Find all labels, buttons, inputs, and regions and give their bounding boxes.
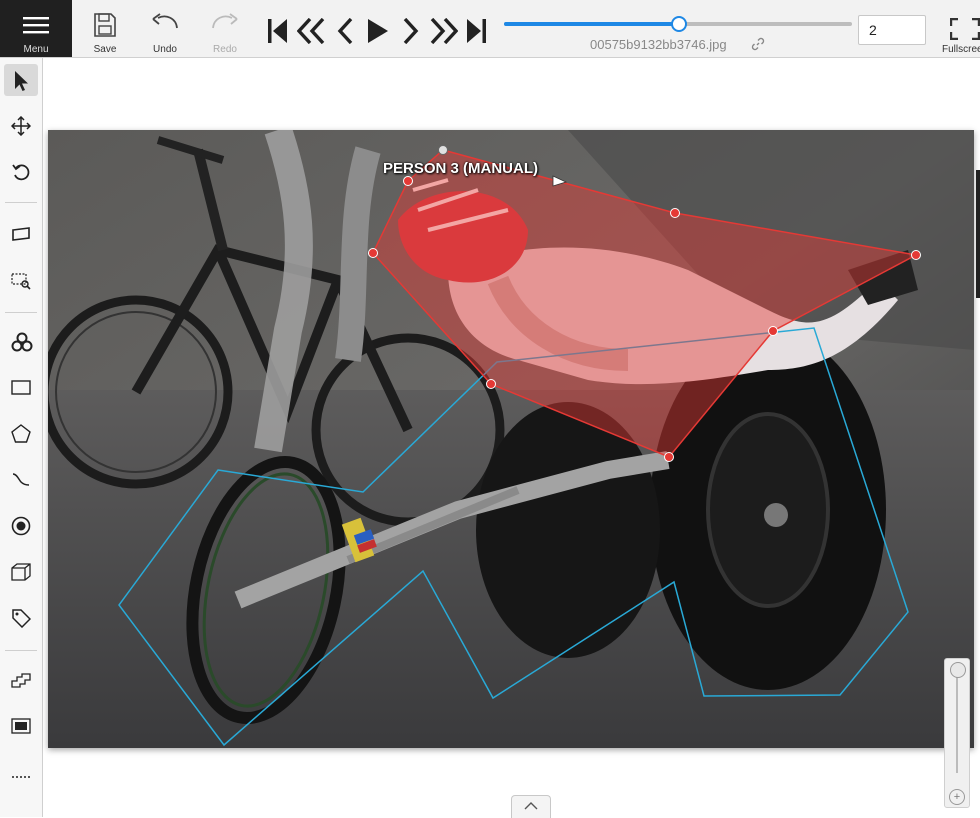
rotate-tool-button[interactable]: [4, 156, 38, 188]
polygon-icon: [11, 424, 31, 443]
zoom-slider[interactable]: +: [944, 658, 970, 808]
more-tools-button[interactable]: [4, 756, 38, 788]
rotate-icon: [12, 164, 30, 181]
top-toolbar: Menu Save Undo Redo 00575b9132bb3746.jpg…: [0, 0, 980, 58]
tag-icon: [12, 609, 31, 628]
points-icon: [11, 516, 31, 536]
next-frame-icon[interactable]: [401, 18, 419, 44]
save-icon: [94, 13, 116, 37]
zoom-in-icon[interactable]: +: [949, 789, 965, 805]
undo-icon: [152, 13, 178, 29]
save-button[interactable]: Save: [84, 0, 126, 57]
merge-button[interactable]: [4, 664, 38, 696]
redo-label: Redo: [213, 44, 237, 55]
shape-label: PERSON 3 (MANUAL): [383, 160, 539, 177]
menu-button[interactable]: Menu: [0, 0, 72, 57]
polyline-icon: [12, 473, 30, 486]
link-icon[interactable]: [751, 37, 765, 51]
filename-label: 00575b9132bb3746.jpg: [590, 37, 727, 52]
first-frame-icon[interactable]: [267, 18, 289, 44]
menu-label: Menu: [23, 44, 49, 55]
sidebar-divider: [5, 202, 37, 203]
undo-button[interactable]: Undo: [144, 0, 186, 57]
zoom-region-icon: [11, 273, 31, 290]
merge-icon: [11, 673, 31, 688]
chevron-up-icon: [524, 802, 538, 810]
frame-number-input[interactable]: [858, 15, 926, 45]
frame-slider-fill: [504, 22, 678, 26]
fullscreen-button[interactable]: Fullscreen: [940, 0, 980, 57]
frame-slider[interactable]: [504, 16, 852, 32]
zoom-track: [956, 669, 958, 773]
more-icon: [12, 776, 30, 778]
sidebar-divider: [5, 312, 37, 313]
zoom-knob[interactable]: [950, 662, 966, 678]
fit-image-icon: [12, 227, 30, 241]
fast-forward-icon[interactable]: [428, 18, 458, 44]
group-button[interactable]: [4, 710, 38, 742]
points-tool-button[interactable]: [4, 510, 38, 542]
hamburger-icon: [23, 17, 49, 34]
sidebar-divider: [5, 650, 37, 651]
rectangle-icon: [11, 380, 31, 395]
fit-image-button[interactable]: [4, 218, 38, 250]
undo-label: Undo: [153, 44, 177, 55]
controls-sidebar: [0, 58, 43, 817]
redo-icon: [212, 13, 238, 29]
cuboid-icon: [11, 563, 31, 581]
group-icon: [11, 718, 31, 734]
fast-backward-icon[interactable]: [297, 18, 327, 44]
save-label: Save: [93, 44, 117, 55]
zoom-region-button[interactable]: [4, 264, 38, 296]
redo-button[interactable]: Redo: [204, 0, 246, 57]
fullscreen-label: Fullscreen: [942, 44, 980, 55]
side-panel-edge[interactable]: [976, 170, 980, 298]
cursor-tool-button[interactable]: [4, 64, 38, 96]
fullscreen-icon: [950, 18, 980, 40]
ai-tools-button[interactable]: [4, 326, 38, 358]
cursor-icon: [15, 71, 28, 91]
tag-tool-button[interactable]: [4, 602, 38, 634]
frame-slider-thumb[interactable]: [671, 16, 687, 32]
polygon-tool-button[interactable]: [4, 418, 38, 450]
rectangle-tool-button[interactable]: [4, 372, 38, 404]
move-icon: [11, 116, 31, 136]
move-tool-button[interactable]: [4, 110, 38, 142]
ai-tools-icon: [11, 332, 33, 352]
last-frame-icon[interactable]: [465, 18, 487, 44]
play-icon[interactable]: [367, 18, 389, 44]
cuboid-tool-button[interactable]: [4, 556, 38, 588]
previous-frame-icon[interactable]: [337, 18, 355, 44]
polyline-tool-button[interactable]: [4, 464, 38, 496]
collapse-panel-button[interactable]: [511, 795, 551, 818]
